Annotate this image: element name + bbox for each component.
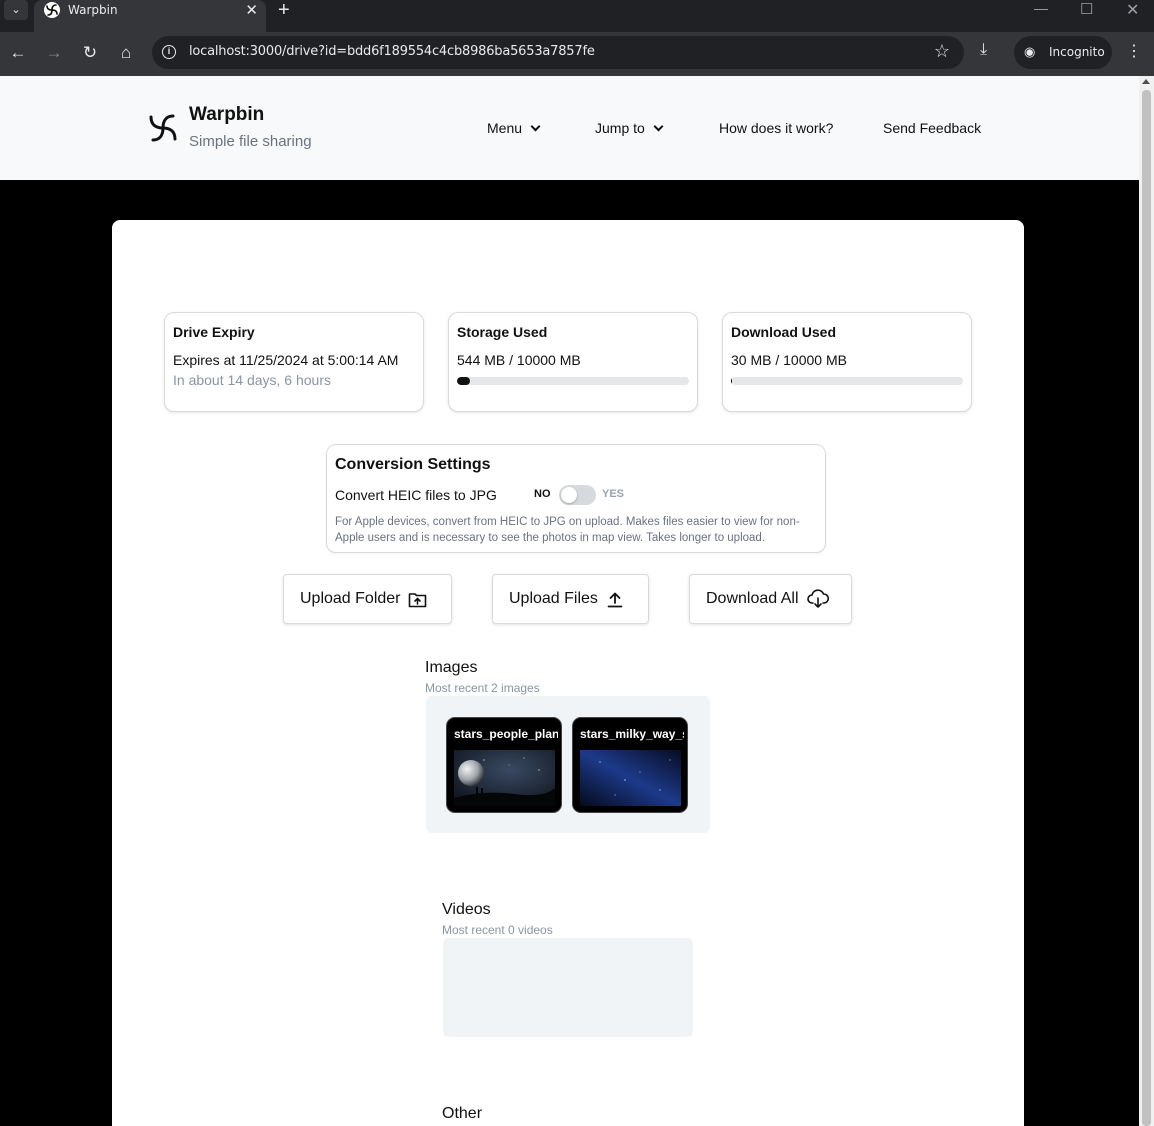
toggle-yes-label: YES <box>602 488 625 500</box>
window-close-icon[interactable]: ✕ <box>1126 0 1139 20</box>
storage-used-value: 544 MB / 10000 MB <box>457 352 581 368</box>
page-viewport: Warpbin Simple file sharing Menu Jump to… <box>0 76 1139 1126</box>
home-icon[interactable]: ⌂ <box>115 42 137 64</box>
chevron-down-icon <box>653 121 664 132</box>
url-text[interactable]: localhost:3000/drive?id=bdd6f189554c4cb8… <box>189 44 595 59</box>
tab-close-icon[interactable]: ✕ <box>245 1 258 19</box>
nav-menu-label: Menu <box>487 120 523 136</box>
warpbin-favicon-icon <box>44 2 60 18</box>
images-section-title: Images <box>425 659 478 676</box>
videos-section-title: Videos <box>442 901 491 918</box>
drive-expiry-card: Drive Expiry Expires at 11/25/2024 at 5:… <box>164 312 424 412</box>
download-used-card: Download Used 30 MB / 10000 MB <box>722 312 972 412</box>
drive-expiry-value: Expires at 11/25/2024 at 5:00:14 AM <box>173 352 399 368</box>
image-preview-planet <box>454 750 555 806</box>
scroll-up-arrow-icon[interactable] <box>1142 79 1150 84</box>
incognito-icon: ◉ <box>1024 44 1036 59</box>
convert-heic-label: Convert HEIC files to JPG <box>335 487 497 503</box>
upload-files-button[interactable]: Upload Files <box>492 574 649 624</box>
downloads-icon[interactable]: ⤓ <box>980 41 987 59</box>
incognito-label: Incognito <box>1049 45 1105 59</box>
image-filename: stars_people_planet <box>454 727 558 741</box>
nav-how-it-works-link[interactable]: How does it work? <box>719 120 833 136</box>
drive-card: Drive Expiry Expires at 11/25/2024 at 5:… <box>112 220 1024 1126</box>
conversion-settings-title: Conversion Settings <box>335 456 491 473</box>
storage-used-card: Storage Used 544 MB / 10000 MB <box>448 312 698 412</box>
scrollbar-thumb[interactable] <box>1142 90 1151 1126</box>
image-filename: stars_milky_way_sky <box>580 727 684 741</box>
convert-heic-toggle[interactable] <box>559 485 596 505</box>
drive-expiry-title: Drive Expiry <box>173 324 255 340</box>
upload-icon <box>607 592 623 608</box>
bookmark-star-icon[interactable]: ☆ <box>934 41 950 62</box>
browser-tabbar: ⌄ Warpbin ✕ + — ☐ ✕ <box>0 0 1154 32</box>
chevron-down-icon <box>530 121 541 132</box>
warpbin-logo-icon[interactable] <box>148 112 178 144</box>
images-gallery: stars_people_planet <box>426 696 710 833</box>
image-preview-milky-way <box>580 750 681 806</box>
cloud-download-icon <box>807 589 829 608</box>
nav-menu-dropdown[interactable]: Menu <box>487 120 541 136</box>
back-icon[interactable]: ← <box>7 42 29 64</box>
other-section-title: Other <box>442 1105 483 1122</box>
upload-folder-label: Upload Folder <box>300 590 401 607</box>
download-progress-fill <box>731 377 733 385</box>
tab-title: Warpbin <box>68 3 118 17</box>
nav-send-feedback-link[interactable]: Send Feedback <box>883 120 981 136</box>
site-info-icon[interactable]: i <box>162 45 176 59</box>
page-scrollbar[interactable] <box>1139 76 1154 1126</box>
download-all-label: Download All <box>706 590 799 607</box>
site-header: Warpbin Simple file sharing Menu Jump to… <box>0 76 1139 180</box>
incognito-badge[interactable]: ◉ Incognito <box>1014 36 1112 69</box>
storage-used-title: Storage Used <box>457 324 548 340</box>
storage-progress-bar <box>457 377 689 385</box>
storage-progress-fill <box>457 377 470 385</box>
tab-search-button[interactable]: ⌄ <box>4 0 28 20</box>
videos-section-subtitle: Most recent 0 videos <box>442 923 553 937</box>
forward-icon[interactable]: → <box>43 42 65 64</box>
download-used-value: 30 MB / 10000 MB <box>731 352 847 368</box>
image-thumbnail[interactable]: stars_milky_way_sky <box>572 717 688 813</box>
address-bar[interactable]: i localhost:3000/drive?id=bdd6f189554c4c… <box>152 36 964 69</box>
download-progress-bar <box>731 377 963 385</box>
download-all-button[interactable]: Download All <box>689 574 852 624</box>
folder-upload-icon <box>408 593 427 608</box>
videos-gallery <box>443 938 693 1037</box>
brand-tagline: Simple file sharing <box>189 133 312 150</box>
drive-expiry-relative: In about 14 days, 6 hours <box>173 372 331 388</box>
maximize-icon[interactable]: ☐ <box>1080 0 1093 18</box>
images-section-subtitle: Most recent 2 images <box>425 681 540 695</box>
upload-files-label: Upload Files <box>509 590 598 607</box>
toggle-no-label: NO <box>534 488 551 500</box>
download-used-title: Download Used <box>731 324 837 340</box>
new-tab-icon[interactable]: + <box>278 0 290 22</box>
conversion-settings-panel: Conversion Settings Convert HEIC files t… <box>326 444 826 553</box>
image-thumbnail[interactable]: stars_people_planet <box>446 717 562 813</box>
conversion-description: For Apple devices, convert from HEIC to … <box>335 516 800 544</box>
browser-menu-icon[interactable]: ⋮ <box>1126 41 1142 61</box>
browser-tab[interactable]: Warpbin ✕ <box>34 0 266 32</box>
nav-jump-to-label: Jump to <box>595 120 645 136</box>
browser-toolbar: ← → ↻ ⌂ i localhost:3000/drive?id=bdd6f1… <box>0 32 1154 76</box>
nav-jump-to-dropdown[interactable]: Jump to <box>595 120 664 136</box>
minimize-icon[interactable]: — <box>1034 0 1048 16</box>
upload-folder-button[interactable]: Upload Folder <box>283 574 452 624</box>
toggle-knob <box>561 487 577 503</box>
reload-icon[interactable]: ↻ <box>79 42 101 64</box>
brand-name[interactable]: Warpbin <box>189 104 264 126</box>
